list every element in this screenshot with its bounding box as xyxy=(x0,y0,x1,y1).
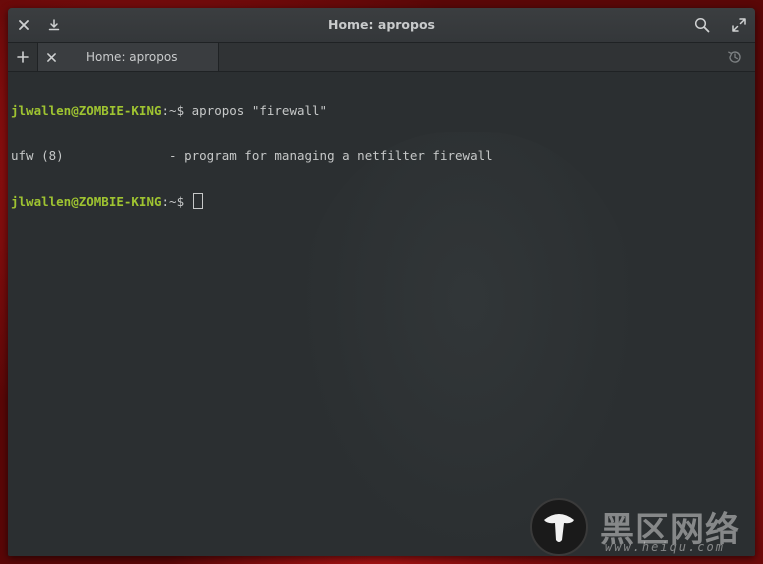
terminal-line-command: jlwallen@ZOMBIE-KING:~$ apropos "firewal… xyxy=(11,103,493,118)
terminal-line-output: ufw (8) - program for managing a netfilt… xyxy=(11,148,493,163)
download-button[interactable] xyxy=(44,15,64,35)
terminal-window: Home: apropos Home: apropos jlwallen@ZOM… xyxy=(8,8,755,556)
tab-close-button[interactable] xyxy=(43,48,59,66)
download-icon xyxy=(48,19,60,31)
search-icon xyxy=(694,17,710,33)
close-icon xyxy=(46,52,56,62)
history-icon xyxy=(728,51,741,63)
output-text: ufw (8) - program for managing a netfilt… xyxy=(11,148,493,163)
tab-home-apropos[interactable]: Home: apropos xyxy=(38,43,219,71)
search-button[interactable] xyxy=(692,15,712,35)
command-text: apropos "firewall" xyxy=(184,103,328,118)
closed-tabs-history-button[interactable] xyxy=(725,47,745,67)
close-icon xyxy=(19,20,29,30)
text-cursor xyxy=(192,193,203,209)
prompt-user-host: jlwallen@ZOMBIE-KING xyxy=(11,103,162,118)
titlebar: Home: apropos xyxy=(8,8,755,43)
terminal-area[interactable]: jlwallen@ZOMBIE-KING:~$ apropos "firewal… xyxy=(8,72,755,556)
window-title: Home: apropos xyxy=(327,17,435,32)
fullscreen-button[interactable] xyxy=(729,15,749,35)
tab-bar: Home: apropos xyxy=(8,43,755,72)
new-tab-button[interactable] xyxy=(12,47,34,67)
terminal-output: jlwallen@ZOMBIE-KING:~$ apropos "firewal… xyxy=(11,73,493,238)
tab-label: Home: apropos xyxy=(86,50,178,64)
watermark-url: www.heiqu.com xyxy=(605,540,725,554)
fullscreen-icon xyxy=(732,18,746,32)
prompt-path: :~$ xyxy=(161,103,185,118)
mushroom-logo-icon xyxy=(530,498,588,556)
watermark: 黑区网络 www.heiqu.com xyxy=(530,498,755,558)
close-window-button[interactable] xyxy=(14,15,34,35)
prompt-path: :~$ xyxy=(161,194,185,209)
command-text xyxy=(184,194,192,209)
terminal-line-prompt: jlwallen@ZOMBIE-KING:~$ xyxy=(11,193,493,209)
plus-icon xyxy=(17,51,29,63)
prompt-user-host: jlwallen@ZOMBIE-KING xyxy=(11,194,162,209)
